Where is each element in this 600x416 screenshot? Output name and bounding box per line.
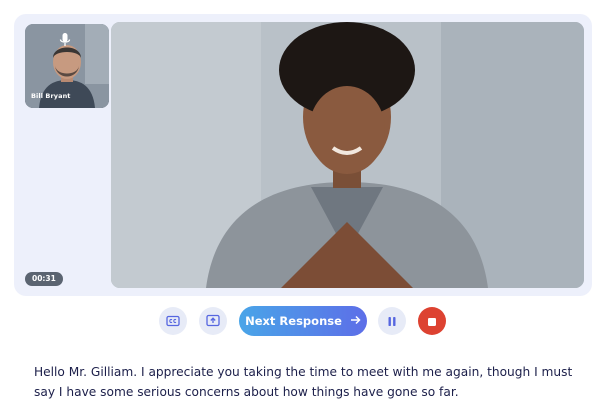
arrow-right-icon (350, 314, 361, 328)
pause-button[interactable] (378, 307, 406, 335)
call-controls: Next Response (0, 305, 600, 337)
microphone-icon[interactable] (58, 32, 72, 48)
interviewer-video (111, 22, 584, 288)
transcript-text: Hello Mr. Gilliam. I appreciate you taki… (34, 365, 573, 399)
self-video-tile[interactable]: Bill Bryant (25, 24, 109, 108)
share-screen-button[interactable] (199, 307, 227, 335)
main-video-feed (111, 22, 584, 288)
closed-captions-button[interactable] (159, 307, 187, 335)
pause-icon (387, 312, 397, 331)
stop-icon (427, 312, 437, 331)
next-response-button[interactable]: Next Response (239, 306, 367, 336)
stop-button[interactable] (418, 307, 446, 335)
call-timer: 00:31 (25, 272, 63, 286)
closed-captions-icon (166, 312, 180, 331)
participant-name: Bill Bryant (31, 92, 71, 100)
next-response-label: Next Response (245, 314, 342, 328)
share-screen-icon (206, 312, 220, 331)
